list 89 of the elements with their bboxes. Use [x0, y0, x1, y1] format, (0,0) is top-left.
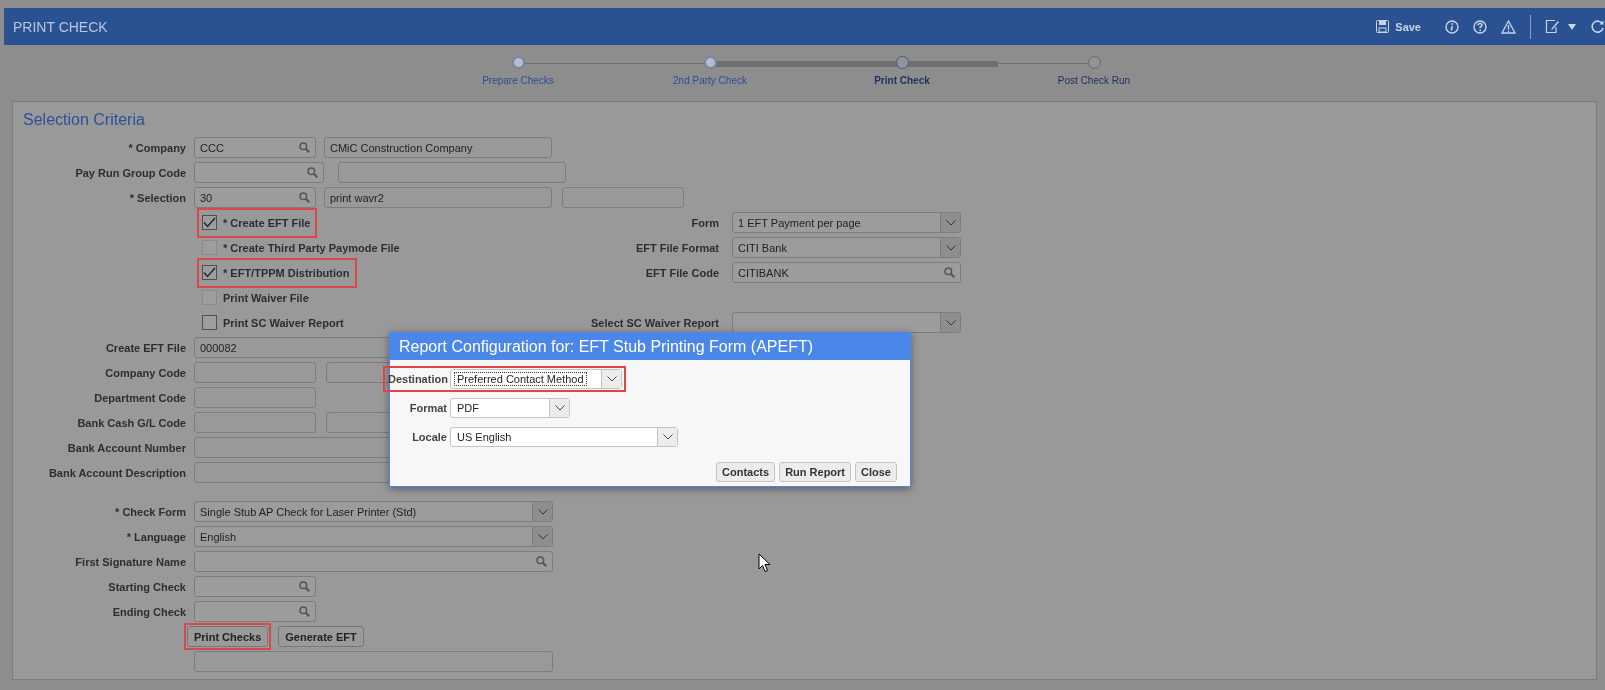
section-title: Selection Criteria: [23, 111, 146, 130]
field-label: Select SC Waiver Report: [590, 316, 719, 329]
field-label: Company Code: [104, 366, 186, 379]
field-label: Format: [408, 402, 447, 414]
step-label[interactable]: Post Check Run: [1057, 75, 1131, 86]
cursor-icon: [758, 553, 771, 573]
field-label: Department Code: [93, 391, 186, 404]
input-field[interactable]: [194, 387, 316, 408]
search-icon[interactable]: [299, 606, 310, 617]
chevron-icon[interactable]: [601, 370, 621, 388]
checkbox-label: Print Waiver File: [223, 291, 309, 304]
field-label: EFT File Format: [634, 241, 719, 254]
field-label: * Check Form: [114, 505, 186, 518]
lookup-field[interactable]: [194, 601, 316, 622]
chevron-icon[interactable]: [940, 238, 960, 257]
field-label: Bank Cash G/L Code: [76, 416, 186, 429]
dropdown-field[interactable]: CITI Bank: [732, 237, 961, 258]
input-field[interactable]: print wavr2: [324, 187, 552, 208]
input-field[interactable]: [562, 187, 684, 208]
checkbox-label: * Create Third Party Paymode File: [223, 241, 400, 254]
field-label: Pay Run Group Code: [74, 166, 186, 179]
field-label: * Language: [125, 530, 186, 543]
field-label: Starting Check: [107, 580, 186, 593]
generate-eft-button[interactable]: Generate EFT: [278, 626, 364, 647]
checkbox-label: Print SC Waiver Report: [223, 316, 344, 329]
refresh-icon[interactable]: [1590, 19, 1605, 34]
dropdown-field[interactable]: Single Stub AP Check for Laser Printer (Std): [194, 501, 553, 522]
info-icon[interactable]: [1445, 19, 1459, 34]
field-label: Ending Check: [111, 605, 186, 618]
chevron-icon[interactable]: [532, 502, 552, 521]
lookup-field[interactable]: [194, 162, 324, 183]
step-label[interactable]: Print Check: [874, 75, 930, 86]
save-icon[interactable]: [1376, 20, 1390, 33]
search-icon[interactable]: [944, 267, 955, 278]
lookup-field[interactable]: 30: [194, 187, 316, 208]
lookup-field[interactable]: CCC: [194, 137, 316, 158]
field-label: Locale: [411, 431, 447, 443]
input-field[interactable]: [194, 362, 316, 383]
search-icon[interactable]: [299, 142, 310, 153]
checkbox-label: * Create EFT File: [223, 216, 311, 229]
lookup-field[interactable]: [194, 576, 316, 597]
field-label: Bank Account Description: [47, 466, 186, 479]
step-marker[interactable]: [511, 56, 525, 69]
field-label: * Company: [127, 141, 186, 154]
step-marker[interactable]: [1087, 56, 1101, 69]
dropdown-field[interactable]: US English: [450, 427, 678, 447]
field-label: Bank Account Number: [66, 441, 186, 454]
warning-icon[interactable]: [1501, 19, 1516, 34]
dialog-title: Report Configuration for: EFT Stub Printing Form (APEFT): [390, 333, 910, 360]
dialog-button[interactable]: Close: [855, 462, 897, 482]
search-icon[interactable]: [536, 556, 547, 567]
dropdown-field[interactable]: [732, 312, 961, 333]
page-title: PRINT CHECK: [13, 18, 108, 35]
lookup-field[interactable]: CITIBANK: [732, 262, 961, 283]
search-icon[interactable]: [299, 192, 310, 203]
dialog-button[interactable]: Run Report: [779, 462, 852, 482]
chevron-icon[interactable]: [940, 313, 960, 332]
print-checks-button[interactable]: Print Checks: [187, 626, 269, 647]
input-field[interactable]: [338, 162, 566, 183]
edit-icon[interactable]: [1545, 19, 1560, 34]
help-icon[interactable]: [1473, 19, 1487, 34]
step-marker[interactable]: [895, 56, 909, 69]
search-icon[interactable]: [299, 581, 310, 592]
dialog-button[interactable]: Contacts: [716, 462, 776, 482]
search-icon[interactable]: [307, 167, 318, 178]
step-marker[interactable]: [703, 56, 717, 69]
chevron-icon[interactable]: [657, 428, 677, 446]
checkbox[interactable]: [202, 215, 217, 230]
chevron-icon[interactable]: [549, 399, 569, 417]
dropdown-field[interactable]: Preferred Contact Method: [450, 369, 622, 389]
checkbox[interactable]: [202, 315, 217, 330]
field-label: * Selection: [128, 191, 186, 204]
lookup-field[interactable]: [194, 551, 553, 572]
field-label: Form: [690, 216, 719, 229]
field-label: Create EFT File: [104, 341, 186, 354]
checkbox-label: * EFT/TPPM Distribution: [223, 266, 350, 279]
input-field[interactable]: CMiC Construction Company: [324, 137, 552, 158]
field-label: EFT File Code: [644, 266, 719, 279]
dropdown-field[interactable]: 1 EFT Payment per page: [732, 212, 961, 233]
checkbox[interactable]: [202, 265, 217, 280]
caret-icon[interactable]: [1568, 23, 1576, 30]
input-field[interactable]: [194, 412, 316, 433]
dropdown-field[interactable]: English: [194, 526, 553, 547]
chevron-icon[interactable]: [532, 527, 552, 546]
field-label: First Signature Name: [74, 555, 186, 568]
dropdown-field[interactable]: PDF: [450, 398, 570, 418]
input-field[interactable]: [194, 651, 553, 672]
chevron-icon[interactable]: [940, 213, 960, 232]
save-button[interactable]: Save: [1376, 20, 1421, 33]
